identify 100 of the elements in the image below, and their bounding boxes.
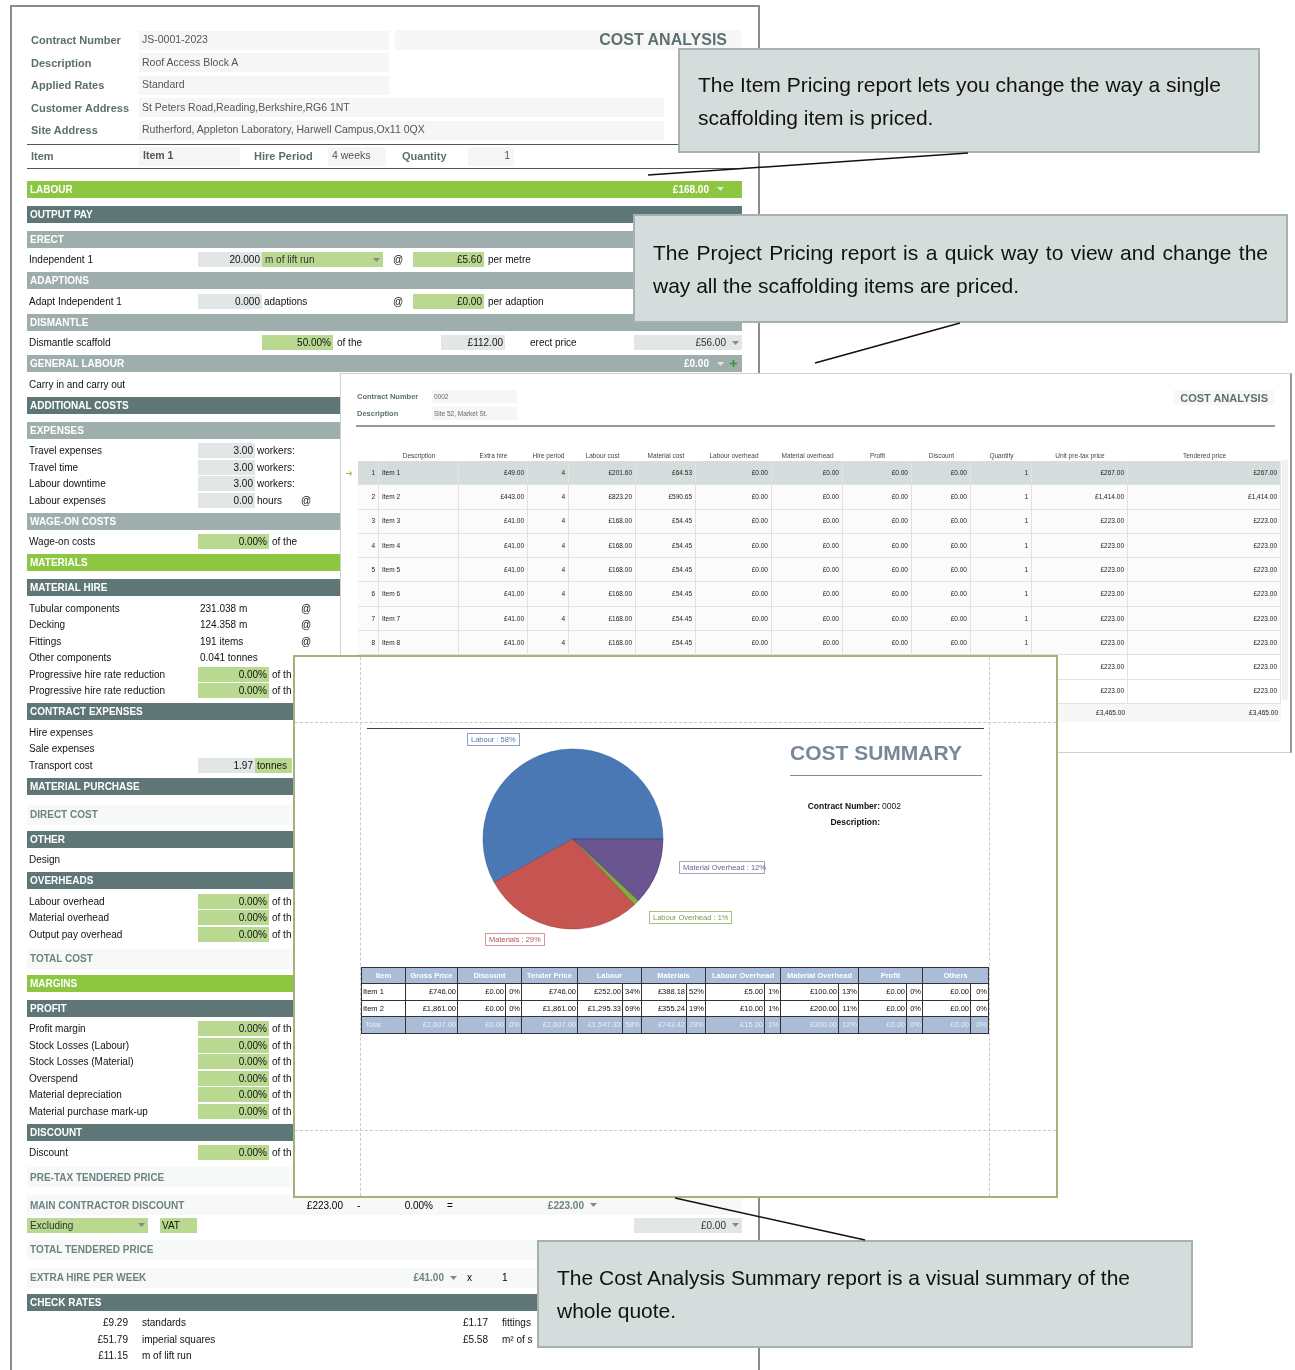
input-field[interactable]: 0.00% xyxy=(198,666,269,682)
input-field[interactable]: VAT xyxy=(160,1217,197,1233)
input-field[interactable]: 3.00 xyxy=(198,443,255,459)
input-field[interactable]: 0.00% xyxy=(198,1103,269,1119)
input-field[interactable]: 0.00 xyxy=(198,492,255,508)
field-label: Quantity xyxy=(401,148,448,164)
field-label: Site Address xyxy=(30,123,99,138)
input-field[interactable]: 0.00% xyxy=(198,1087,269,1103)
row-value: £11.15 xyxy=(98,1349,128,1364)
input-field[interactable]: 0.00% xyxy=(198,1054,269,1070)
section-label: MATERIALS xyxy=(30,556,88,570)
input-field[interactable]: 20.000 xyxy=(198,252,262,268)
report-title: COST ANALYSIS xyxy=(1174,390,1274,405)
row-text: standards xyxy=(142,1317,186,1329)
row-label: Stock Losses (Labour) xyxy=(28,1038,131,1053)
input-field[interactable]: 0.00% xyxy=(198,1070,269,1086)
dropdown[interactable]: m of lift run xyxy=(262,252,383,268)
input-field[interactable]: 0.00% xyxy=(198,1021,269,1037)
section-label: LABOUR xyxy=(30,182,73,197)
at-sign: @ xyxy=(300,618,312,633)
field-value[interactable]: Standard xyxy=(139,75,389,95)
section-label: CONTRACT EXPENSES xyxy=(30,705,143,719)
section-total: £0.00 xyxy=(683,357,709,371)
input-field[interactable]: £5.60 xyxy=(413,252,484,268)
field-value[interactable]: Rutherford, Appleton Laboratory, Harwell Campus,Ox11 0QX xyxy=(139,120,664,140)
row-label: Carry in and carry out xyxy=(28,377,127,392)
row-label: Travel time xyxy=(28,460,80,475)
section-total: £168.00 xyxy=(672,182,709,197)
row-text: of th xyxy=(272,1089,292,1101)
row-text: of the xyxy=(337,337,363,349)
field-label: Description xyxy=(30,55,93,71)
field-value[interactable]: Item 1 xyxy=(139,146,240,166)
section-label: PROFIT xyxy=(30,1001,67,1016)
input-field[interactable]: 50.00% xyxy=(262,335,333,351)
section-label: OTHER xyxy=(30,832,65,847)
dropdown[interactable]: £223.00 xyxy=(520,1197,600,1213)
row-text: of th xyxy=(272,1023,292,1035)
input-field[interactable]: 3.00 xyxy=(198,459,255,475)
at-sign: @ xyxy=(300,493,312,508)
row-label: Decking xyxy=(28,618,67,633)
row-text: of th xyxy=(272,1056,292,1068)
row-text: of th xyxy=(272,668,292,680)
plus-icon[interactable] xyxy=(730,360,737,367)
total-label: EXTRA HIRE PER WEEK xyxy=(29,1271,148,1285)
input-field[interactable]: 0.00% xyxy=(198,1037,269,1053)
field-value[interactable]: Roof Access Block A xyxy=(139,53,389,73)
at-sign: @ xyxy=(392,294,404,309)
input-field[interactable]: 1.97 xyxy=(198,757,255,773)
dropdown[interactable]: £56.00 xyxy=(634,335,742,351)
field-value[interactable]: St Peters Road,Reading,Berkshire,RG6 1NT xyxy=(139,98,664,118)
total-label: TOTAL TENDERED PRICE xyxy=(29,1243,155,1257)
input-field[interactable]: 0.00% xyxy=(198,926,269,942)
section-label: OVERHEADS xyxy=(30,874,94,888)
row-value: £1.17 xyxy=(462,1316,488,1331)
input-field[interactable]: £112.00 xyxy=(441,335,505,351)
row-text: per metre xyxy=(488,254,531,266)
row-text: of th xyxy=(272,1072,292,1084)
row-text: - xyxy=(357,1199,361,1211)
row-label: Labour expenses xyxy=(28,493,107,508)
input-field[interactable]: 3.00 xyxy=(198,476,255,492)
row-indicator-icon xyxy=(346,470,353,476)
field-value[interactable]: JS-0001-2023 xyxy=(139,30,389,50)
input-field[interactable]: 0.000 xyxy=(198,293,262,309)
field-label: Customer Address xyxy=(30,100,130,116)
row-label: Stock Losses (Material) xyxy=(28,1055,135,1070)
section-label: WAGE-ON COSTS xyxy=(30,514,117,529)
callout: The Item Pricing report lets you change the way a single scaffolding item is priced. xyxy=(678,48,1260,153)
row-text: adaptions xyxy=(264,295,308,307)
scrollbar[interactable] xyxy=(1282,460,1288,700)
row-text: of th xyxy=(272,685,292,697)
input-field[interactable]: £0.00 xyxy=(413,293,484,309)
input-field[interactable]: tonnes xyxy=(255,757,292,773)
row-label: Design xyxy=(28,853,62,868)
dropdown[interactable]: £41.00 xyxy=(380,1270,460,1285)
row-text: of th xyxy=(272,1147,292,1159)
total-label: TOTAL COST xyxy=(29,952,94,966)
input-field[interactable]: 0.00% xyxy=(198,534,269,550)
input-field[interactable]: 0.00% xyxy=(198,1145,269,1161)
row-value: £9.29 xyxy=(102,1316,128,1331)
total-label: DIRECT COST xyxy=(29,808,99,822)
input-field[interactable]: 0.00% xyxy=(198,683,269,699)
field-value[interactable]: 1 xyxy=(468,146,514,166)
input-field[interactable]: 0.00% xyxy=(198,893,269,909)
field-label: Contract Number: xyxy=(806,799,880,813)
total-label: PRE-TAX TENDERED PRICE xyxy=(29,1170,166,1185)
row-text: of th xyxy=(272,1105,292,1117)
section-label: OUTPUT PAY xyxy=(30,207,93,222)
section-label: MARGINS xyxy=(30,976,78,991)
row-text: 124.358 m xyxy=(200,619,248,631)
row-text: per adaption xyxy=(488,295,544,307)
row-text: of th xyxy=(272,928,292,940)
field-value[interactable]: 4 weeks xyxy=(328,146,386,166)
field-label: Applied Rates xyxy=(30,78,106,93)
row-value: £5.58 xyxy=(462,1332,488,1347)
input-field[interactable]: 0.00% xyxy=(198,910,269,926)
dropdown[interactable]: Excluding xyxy=(27,1217,148,1233)
dropdown[interactable]: £0.00 xyxy=(634,1217,742,1233)
row-text: 1 xyxy=(502,1272,508,1283)
caret-icon xyxy=(138,1223,145,1228)
row-text: x xyxy=(467,1272,472,1283)
